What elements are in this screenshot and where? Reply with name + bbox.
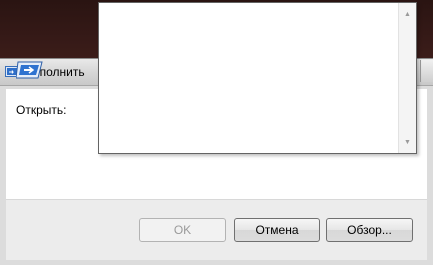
run-program-icon [15,58,50,82]
ok-button[interactable]: OK [139,218,226,242]
history-dropdown-list[interactable]: ▲ ▼ [98,2,417,154]
browse-button[interactable]: Обзор... [326,218,413,242]
cancel-button[interactable]: Отмена [234,218,320,242]
close-button-edge[interactable] [420,60,433,82]
open-label: Открыть: [16,103,67,117]
scroll-up-icon[interactable]: ▲ [399,7,416,21]
scroll-down-icon[interactable]: ▼ [399,135,416,149]
dropdown-scrollbar[interactable]: ▲ ▼ [398,3,416,153]
